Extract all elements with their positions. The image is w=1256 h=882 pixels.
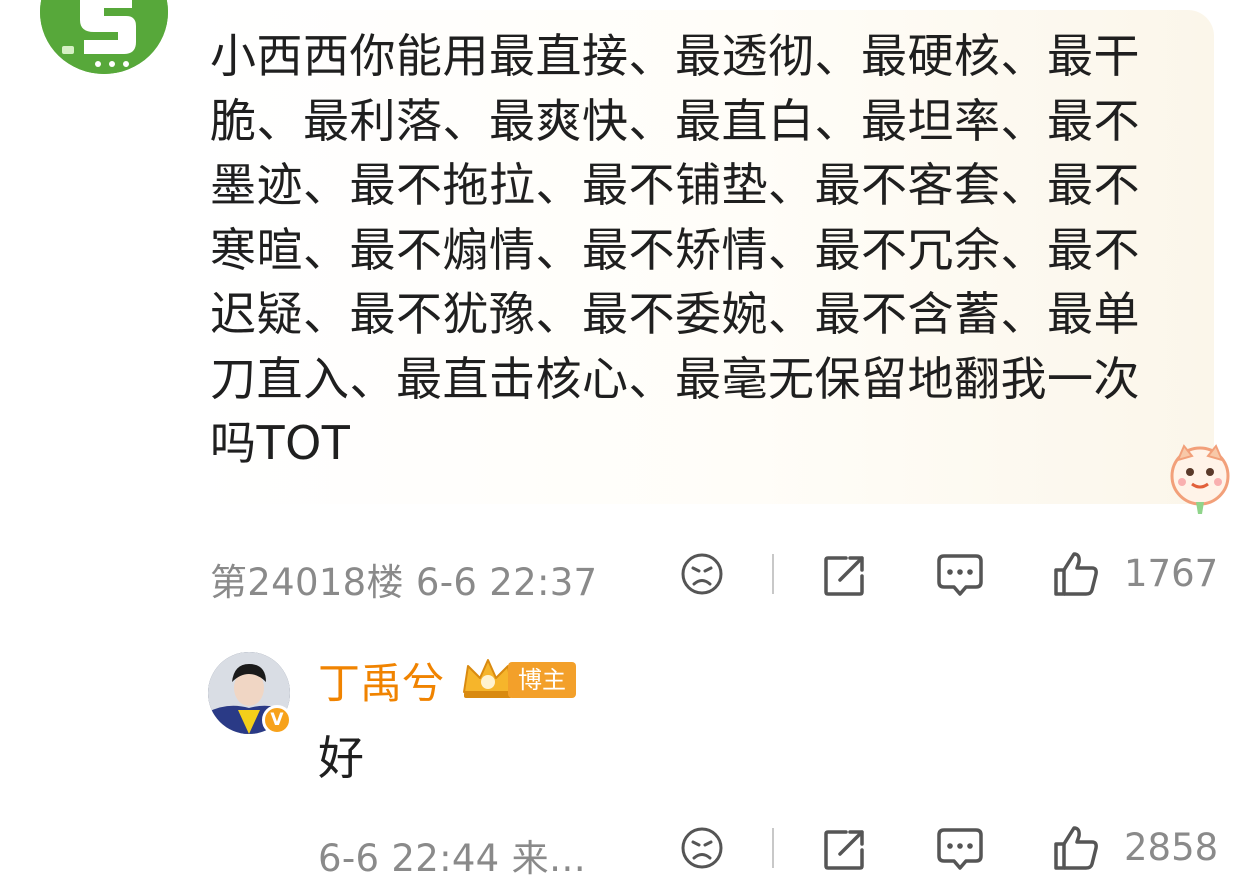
floor-timestamp: 第24018楼 6-6 22:37 xyxy=(210,561,598,604)
like-count: 2858 xyxy=(1124,826,1219,869)
reply-text: 好 xyxy=(318,731,364,785)
reply-author-name[interactable]: 丁禹兮 xyxy=(318,650,444,711)
author-tag: 博主 xyxy=(508,662,576,698)
like-count: 1767 xyxy=(1124,552,1219,595)
action-divider xyxy=(772,554,774,594)
sad-face-icon[interactable] xyxy=(680,826,724,874)
thumbs-up-icon[interactable] xyxy=(1052,550,1100,602)
cat-sticker-icon xyxy=(1162,440,1238,516)
sad-face-icon[interactable] xyxy=(680,552,724,600)
comment-icon[interactable] xyxy=(936,552,984,602)
verified-badge-icon: V xyxy=(262,705,292,735)
green-logo-avatar-icon xyxy=(40,0,168,74)
thumbs-up-icon[interactable] xyxy=(1052,824,1100,876)
action-divider xyxy=(772,828,774,868)
reply-time-source: 6-6 22:44 来… xyxy=(318,837,587,880)
share-icon[interactable] xyxy=(822,826,868,876)
comment-text: 小西西你能用最直接、最透彻、最硬核、最干脆、最利落、最爽快、最直白、最坦率、最不… xyxy=(210,29,1140,470)
comment-icon[interactable] xyxy=(936,826,984,876)
commenter-avatar[interactable] xyxy=(40,0,168,74)
share-icon[interactable] xyxy=(822,552,868,602)
